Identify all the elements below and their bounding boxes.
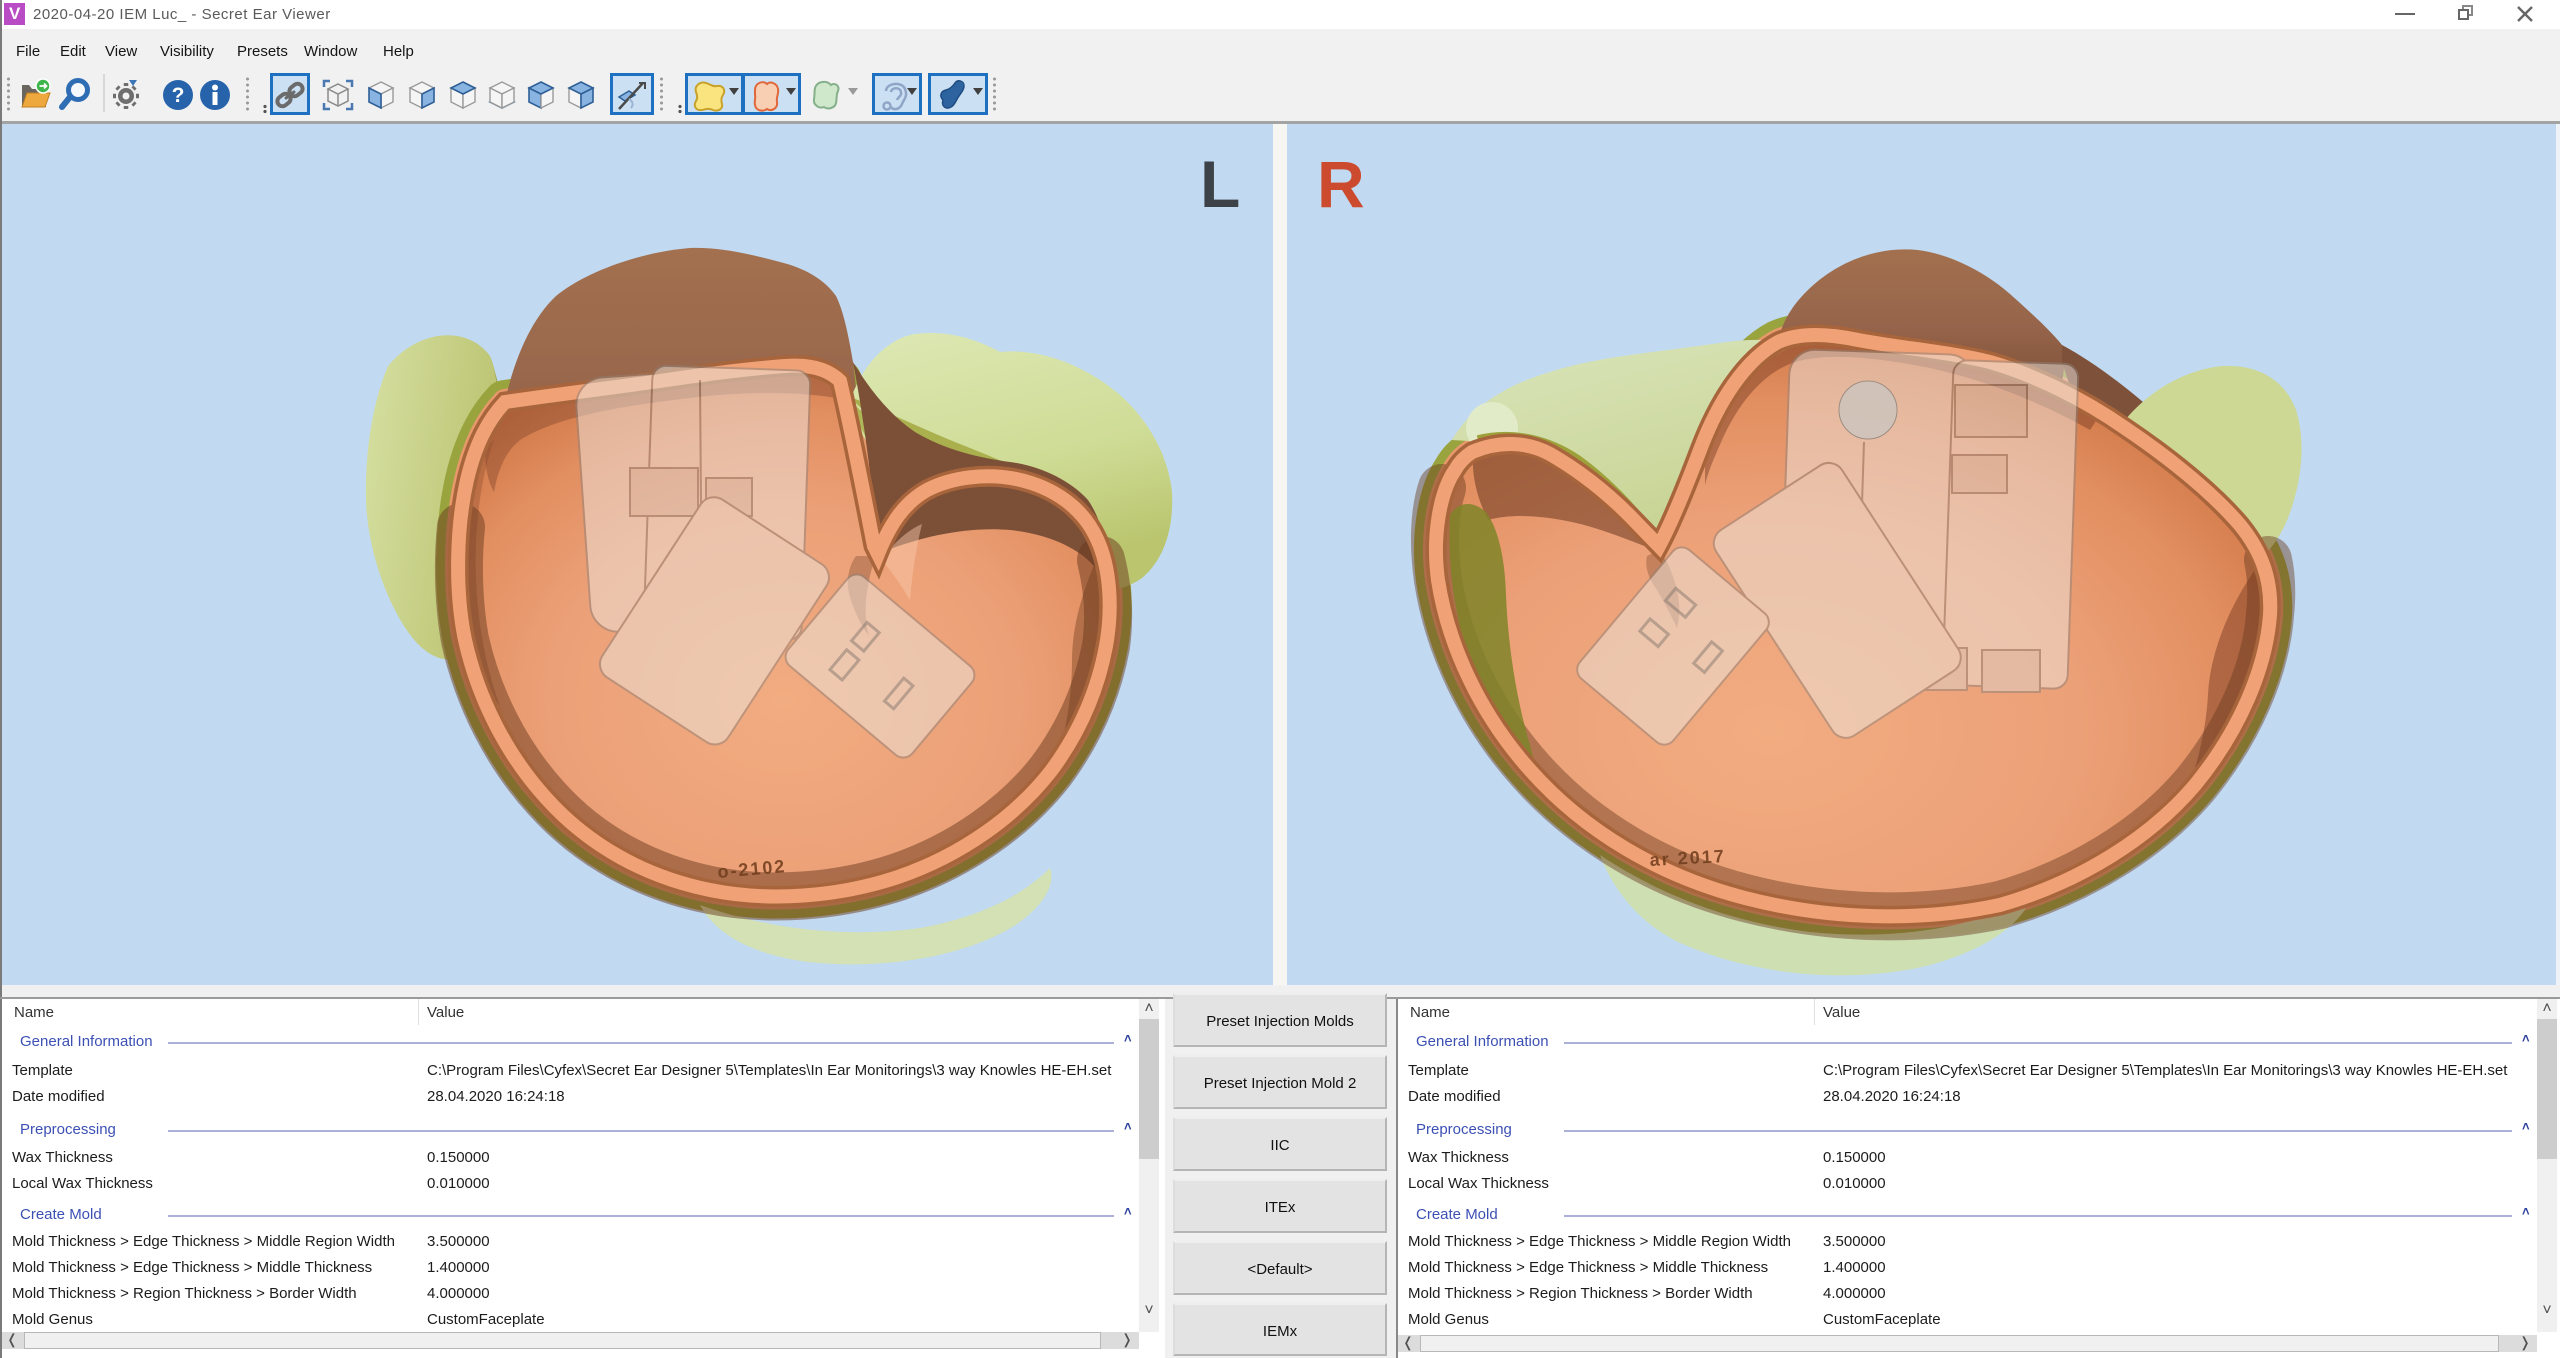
svg-text:ar 2017: ar 2017 (1649, 846, 1726, 870)
svg-text:?: ? (172, 84, 185, 107)
